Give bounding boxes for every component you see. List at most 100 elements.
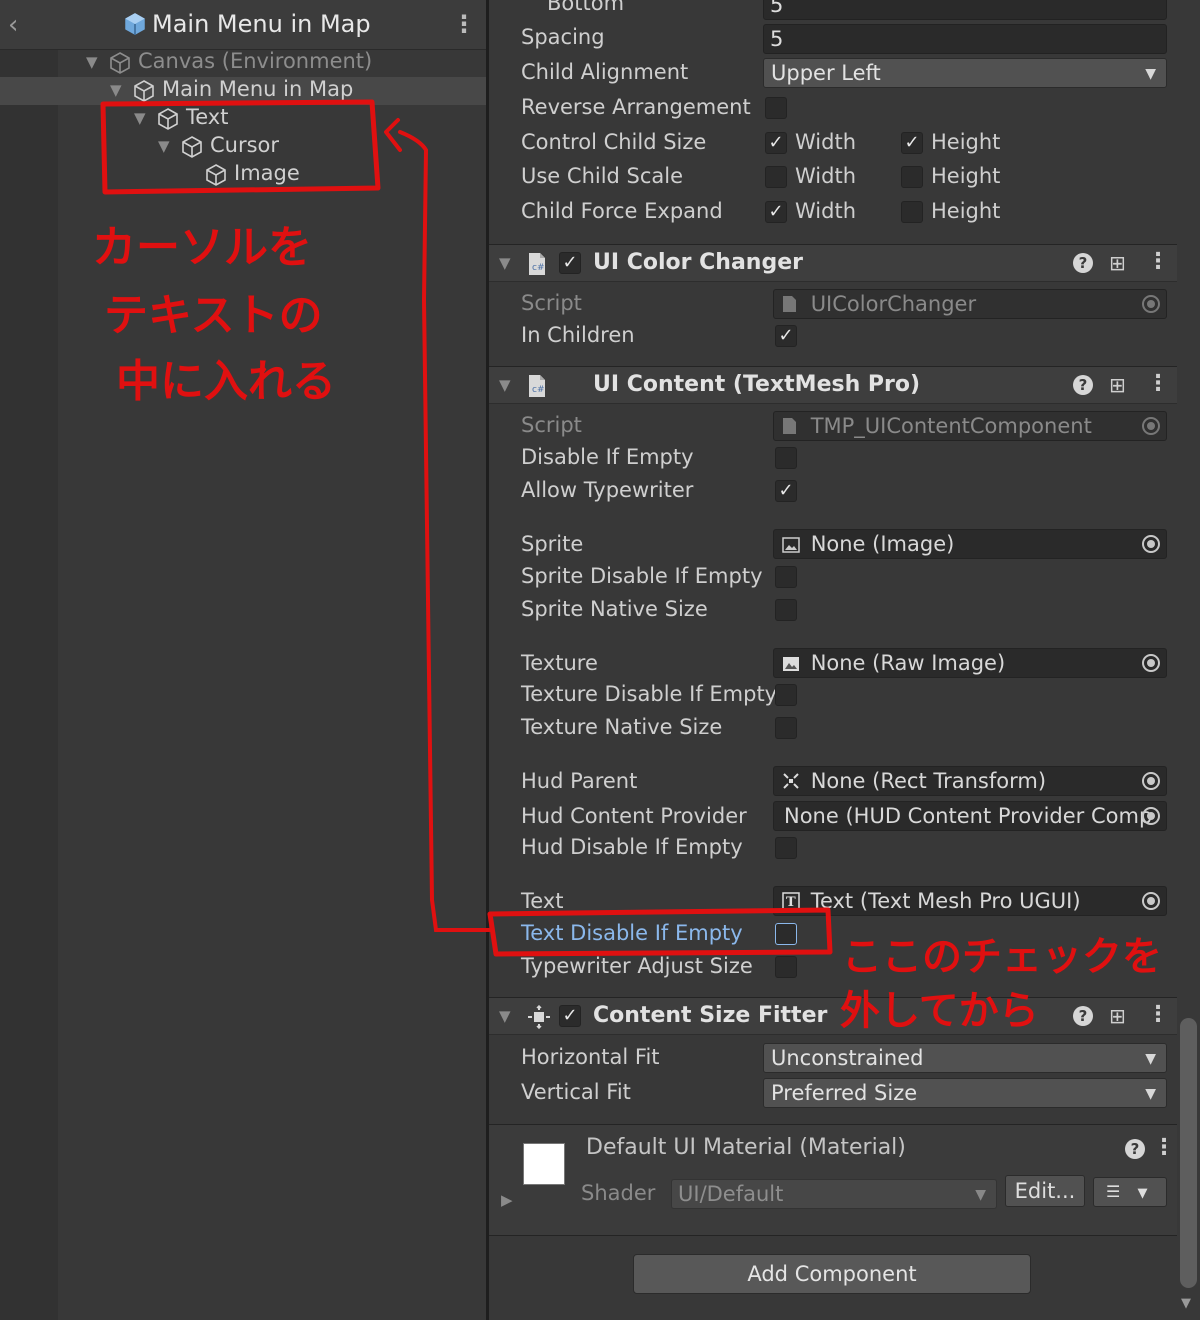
prop-label-highlighted: Text Disable If Empty — [521, 921, 743, 945]
prop-sprite-disable: Sprite Disable If Empty — [489, 561, 1179, 595]
fold-arrow-icon[interactable]: ▼ — [499, 254, 511, 272]
prop-label: Script — [521, 413, 582, 437]
hud-provider-field[interactable]: None (HUD Content Provider Comp — [773, 801, 1167, 831]
in-children-checkbox[interactable]: ✓ — [775, 325, 797, 347]
component-enabled-checkbox[interactable]: ✓ — [559, 1005, 581, 1027]
prop-label: Child Force Expand — [521, 199, 723, 223]
add-component-button[interactable]: Add Component — [633, 1254, 1031, 1294]
expand-arrow-icon[interactable]: ▼ — [86, 53, 98, 71]
fold-arrow-icon[interactable]: ▼ — [499, 1007, 511, 1025]
scrollbar-thumb[interactable] — [1180, 1018, 1197, 1288]
expand-arrow-icon[interactable]: ▼ — [158, 137, 170, 155]
material-section: Default UI Material (Material) ▶ Shader … — [489, 1124, 1200, 1236]
hierarchy-row-canvas[interactable]: ▼ Canvas (Environment) — [0, 49, 486, 77]
component-title: Content Size Fitter — [593, 1003, 828, 1028]
hud-disable-checkbox[interactable] — [775, 837, 797, 859]
expand-height-checkbox[interactable] — [901, 201, 923, 223]
width-label: Width — [795, 130, 857, 154]
script-file-icon: c# — [527, 374, 547, 402]
component-header-ui-color-changer[interactable]: ▼ c# ✓ UI Color Changer ? ⊞ ⋮ — [489, 244, 1200, 282]
prop-label: Texture — [521, 651, 598, 675]
child-alignment-dropdown[interactable]: Upper Left ▼ — [763, 58, 1167, 88]
control-height-checkbox[interactable]: ✓ — [901, 132, 923, 154]
hierarchy-row-image[interactable]: Image — [0, 161, 486, 189]
hierarchy-gutter — [0, 50, 58, 1320]
hierarchy-row-cursor[interactable]: ▼ Cursor — [0, 133, 486, 161]
object-picker-icon[interactable] — [1142, 654, 1160, 672]
allow-typewriter-checkbox[interactable]: ✓ — [775, 480, 797, 502]
prop-horizontal-fit: Horizontal Fit Unconstrained ▼ — [489, 1042, 1179, 1076]
hierarchy-label-image: Image — [234, 161, 300, 185]
scroll-down-arrow-icon[interactable]: ▼ — [1181, 1296, 1191, 1311]
object-picker-icon[interactable] — [1142, 772, 1160, 790]
help-icon[interactable]: ? — [1073, 375, 1093, 395]
component-title: UI Color Changer — [593, 250, 803, 275]
component-header-icons: ? ⊞ ⋮ — [1073, 1002, 1173, 1030]
texture-field[interactable]: None (Raw Image) — [773, 648, 1167, 678]
reverse-arrangement-checkbox[interactable] — [765, 97, 787, 119]
bottom-field[interactable]: 5 — [763, 0, 1167, 20]
sprite-disable-checkbox[interactable] — [775, 566, 797, 588]
prop-label: Hud Disable If Empty — [521, 835, 743, 859]
expand-arrow-icon[interactable]: ▼ — [134, 109, 146, 127]
shader-list-button[interactable]: ☰ ▼ — [1093, 1177, 1167, 1207]
edit-shader-button[interactable]: Edit... — [1005, 1175, 1085, 1207]
expand-width-checkbox[interactable]: ✓ — [765, 201, 787, 223]
presets-icon[interactable]: ⊞ — [1109, 373, 1126, 397]
expand-arrow-icon[interactable]: ▼ — [110, 81, 122, 99]
inspector-panel: Bottom 5 Spacing 5 Child Alignment Upper… — [489, 0, 1200, 1320]
prop-label: Hud Content Provider — [521, 804, 747, 828]
control-width-checkbox[interactable]: ✓ — [765, 132, 787, 154]
more-options-icon[interactable]: ⋮ — [1147, 1002, 1169, 1027]
dropdown-caret-icon: ▼ — [1145, 66, 1156, 82]
sprite-native-checkbox[interactable] — [775, 599, 797, 621]
component-enabled-checkbox[interactable]: ✓ — [559, 252, 581, 274]
hierarchy-row-text[interactable]: ▼ Text — [0, 105, 486, 133]
more-options-icon[interactable]: ⋮ — [1153, 1135, 1175, 1160]
hierarchy-menu-icon[interactable]: ⋮ — [452, 10, 476, 38]
fold-arrow-icon[interactable]: ▶ — [501, 1191, 513, 1209]
gameobject-cube-icon — [156, 107, 180, 135]
sprite-field[interactable]: None (Image) — [773, 529, 1167, 559]
texture-native-checkbox[interactable] — [775, 717, 797, 739]
horizontal-fit-dropdown[interactable]: Unconstrained ▼ — [763, 1043, 1167, 1073]
component-header-content-size-fitter[interactable]: ▼ ✓ Content Size Fitter ? ⊞ ⋮ — [489, 997, 1200, 1035]
spacing-field[interactable]: 5 — [763, 24, 1167, 54]
prop-bottom: Bottom 5 — [489, 0, 1179, 22]
prop-label: Hud Parent — [521, 769, 638, 793]
material-preview-swatch — [523, 1143, 565, 1185]
help-icon[interactable]: ? — [1073, 1006, 1093, 1026]
object-picker-icon[interactable] — [1142, 535, 1160, 553]
prop-label: Use Child Scale — [521, 164, 684, 188]
scale-width-checkbox[interactable] — [765, 166, 787, 188]
script-file-icon — [782, 292, 800, 312]
disable-if-empty-checkbox[interactable] — [775, 447, 797, 469]
gameobject-cube-icon — [180, 135, 204, 163]
text-mesh-pro-icon: T — [782, 889, 800, 910]
text-field[interactable]: T Text (Text Mesh Pro UGUI) — [773, 886, 1167, 916]
hierarchy-row-main-menu[interactable]: ▼ Main Menu in Map — [0, 77, 486, 105]
more-options-icon[interactable]: ⋮ — [1147, 249, 1169, 274]
typewriter-adjust-checkbox[interactable] — [775, 956, 797, 978]
prop-sprite-native: Sprite Native Size — [489, 594, 1179, 628]
vertical-fit-dropdown[interactable]: Preferred Size ▼ — [763, 1078, 1167, 1108]
presets-icon[interactable]: ⊞ — [1109, 1004, 1126, 1028]
prop-label: Horizontal Fit — [521, 1045, 660, 1069]
scale-height-checkbox[interactable] — [901, 166, 923, 188]
text-disable-checkbox[interactable] — [775, 923, 797, 945]
field-value: UIColorChanger — [810, 292, 977, 316]
texture-disable-checkbox[interactable] — [775, 684, 797, 706]
object-picker-icon[interactable] — [1142, 892, 1160, 910]
object-picker-icon[interactable] — [1142, 807, 1160, 825]
component-header-ui-content[interactable]: ▼ c# UI Content (TextMesh Pro) ? ⊞ ⋮ — [489, 366, 1200, 404]
shader-dropdown[interactable]: UI/Default ▼ — [671, 1179, 997, 1209]
fold-arrow-icon[interactable]: ▼ — [499, 376, 511, 394]
dropdown-value: Upper Left — [771, 61, 881, 85]
help-icon[interactable]: ? — [1125, 1139, 1145, 1159]
help-icon[interactable]: ? — [1073, 253, 1093, 273]
hud-parent-field[interactable]: None (Rect Transform) — [773, 766, 1167, 796]
presets-icon[interactable]: ⊞ — [1109, 251, 1126, 275]
prop-label: Sprite Disable If Empty — [521, 564, 763, 588]
more-options-icon[interactable]: ⋮ — [1147, 371, 1169, 396]
back-chevron-icon[interactable]: ‹ — [8, 10, 18, 40]
